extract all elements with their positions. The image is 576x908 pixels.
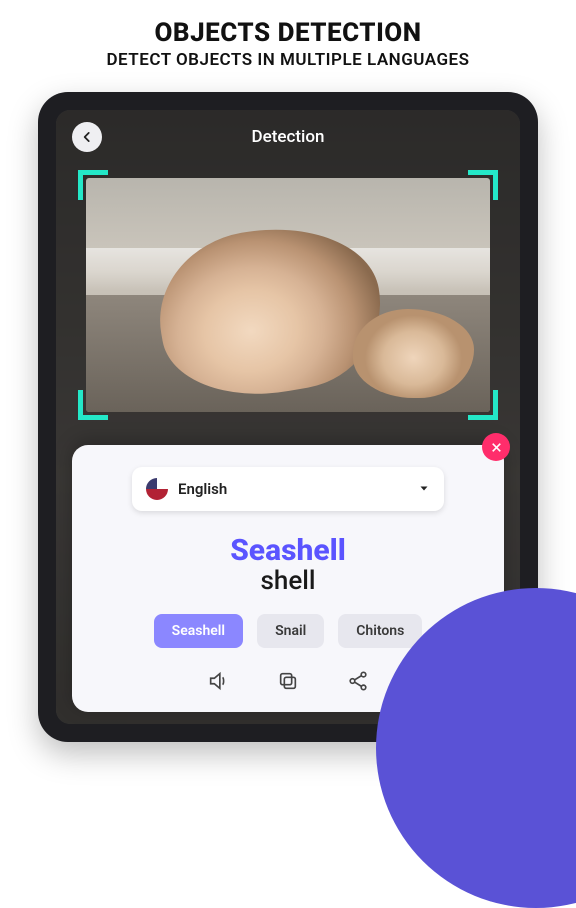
chip-snail[interactable]: Snail (257, 614, 324, 648)
language-label: English (178, 480, 227, 498)
corner-tl (78, 170, 108, 200)
share-icon (347, 670, 369, 692)
result-primary: Seashell (88, 533, 488, 568)
language-select[interactable]: English (132, 467, 444, 511)
back-button[interactable] (72, 122, 102, 152)
chip-seashell[interactable]: Seashell (154, 614, 243, 648)
detected-photo (86, 178, 490, 412)
flag-us-icon (146, 478, 168, 500)
result-secondary: shell (88, 566, 488, 596)
corner-bl (78, 390, 108, 420)
copy-button[interactable] (277, 670, 299, 696)
speak-button[interactable] (207, 670, 229, 696)
result: Seashell shell (88, 533, 488, 596)
detection-viewport (78, 170, 498, 420)
hero-title: OBJECTS DETECTION (0, 18, 576, 48)
close-icon (490, 441, 503, 454)
chevron-left-icon (80, 130, 94, 144)
caret-down-icon (418, 480, 430, 499)
speaker-icon (207, 670, 229, 692)
share-button[interactable] (347, 670, 369, 696)
topbar: Detection (56, 110, 520, 164)
page-title: Detection (252, 127, 325, 147)
copy-icon (277, 670, 299, 692)
chip-chitons[interactable]: Chitons (338, 614, 422, 648)
close-button[interactable] (482, 433, 510, 461)
hero-subtitle: DETECT OBJECTS IN MULTIPLE LANGUAGES (0, 50, 576, 70)
corner-tr (468, 170, 498, 200)
corner-br (468, 390, 498, 420)
